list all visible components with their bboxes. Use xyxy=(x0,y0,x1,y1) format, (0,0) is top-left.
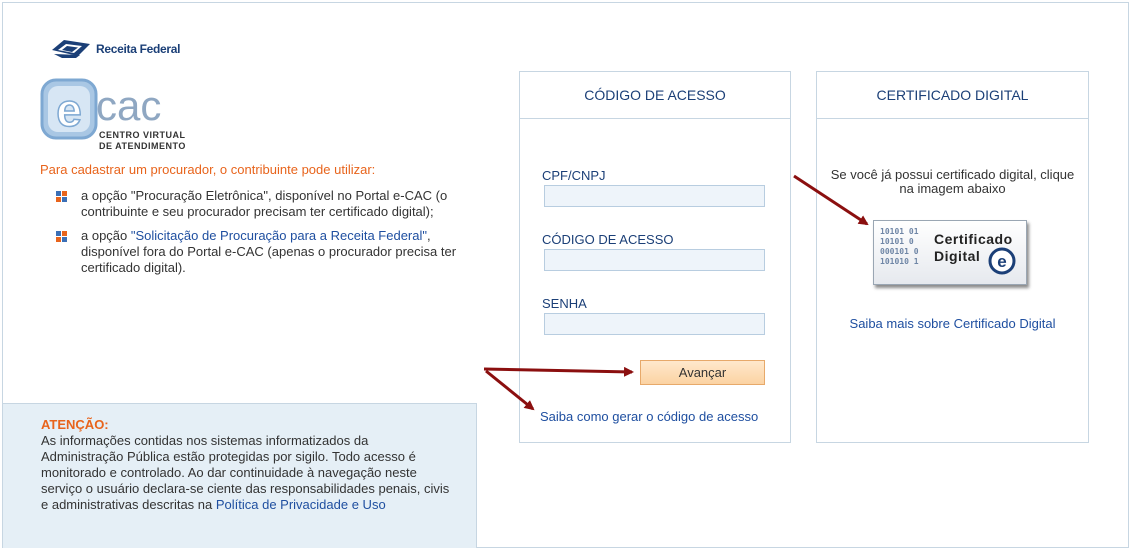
privacy-policy-link[interactable]: Política de Privacidade e Uso xyxy=(216,497,386,512)
option1-text: a opção "Procuração Eletrônica", disponí… xyxy=(81,188,448,219)
ecac-word: cac xyxy=(96,82,161,129)
password-label: SENHA xyxy=(542,296,587,311)
password-input[interactable] xyxy=(544,313,765,335)
ecac-subtitle-line2: DE ATENDIMENTO xyxy=(99,141,186,151)
intro-heading: Para cadastrar um procurador, o contribu… xyxy=(40,162,376,177)
receita-federal-logo: Receita Federal xyxy=(50,38,181,60)
ecac-letter-e: e xyxy=(56,84,82,136)
avancar-button[interactable]: Avançar xyxy=(640,360,765,385)
generate-code-link[interactable]: Saiba como gerar o código de acesso xyxy=(540,409,758,424)
certificate-image-word1: Certificado xyxy=(934,231,1013,247)
list-item: a opção "Procuração Eletrônica", disponí… xyxy=(56,188,466,220)
list-item: a opção "Solicitação de Procuração para … xyxy=(56,228,466,276)
svg-text:e: e xyxy=(997,252,1006,271)
option2-prefix: a opção xyxy=(81,228,131,243)
cpf-label: CPF/CNPJ xyxy=(542,168,606,183)
e-badge-icon: e xyxy=(988,247,1016,275)
more-about-certificate-link[interactable]: Saiba mais sobre Certificado Digital xyxy=(817,316,1088,331)
digital-certificate-title: CERTIFICADO DIGITAL xyxy=(817,72,1088,119)
attention-box: ATENÇÃO: As informações contidas nos sis… xyxy=(3,403,477,548)
access-code-title: CÓDIGO DE ACESSO xyxy=(520,72,790,119)
certificate-binary-pattern: 10101 01 10101 0 000101 0 101010 1 xyxy=(880,227,919,266)
certificate-login-image[interactable]: 10101 01 10101 0 000101 0 101010 1 Certi… xyxy=(873,220,1027,285)
certificate-instruction: Se você já possui certificado digital, c… xyxy=(830,167,1075,196)
receita-federal-label: Receita Federal xyxy=(96,42,181,56)
cpf-cnpj-input[interactable] xyxy=(544,185,765,207)
attention-text: As informações contidas nos sistemas inf… xyxy=(41,433,451,513)
access-code-panel: CÓDIGO DE ACESSO CPF/CNPJ CÓDIGO DE ACES… xyxy=(519,71,791,443)
access-code-input[interactable] xyxy=(544,249,765,271)
option2-text: a opção "Solicitação de Procuração para … xyxy=(81,228,466,276)
ecac-subtitle-line1: CENTRO VIRTUAL xyxy=(99,130,186,140)
attention-title: ATENÇÃO: xyxy=(41,417,109,432)
receita-federal-emblem-icon xyxy=(52,40,90,58)
bullet-icon xyxy=(56,191,67,202)
solicitacao-procuracao-link[interactable]: "Solicitação de Procuração para a Receit… xyxy=(131,228,427,243)
access-code-label: CÓDIGO DE ACESSO xyxy=(542,232,674,247)
ecac-subtitle: CENTRO VIRTUAL DE ATENDIMENTO xyxy=(99,130,186,152)
digital-certificate-panel: CERTIFICADO DIGITAL Se você já possui ce… xyxy=(816,71,1089,443)
certificate-image-word2: Digital xyxy=(934,248,981,264)
bullet-icon xyxy=(56,231,67,242)
options-list: a opção "Procuração Eletrônica", disponí… xyxy=(56,188,466,284)
